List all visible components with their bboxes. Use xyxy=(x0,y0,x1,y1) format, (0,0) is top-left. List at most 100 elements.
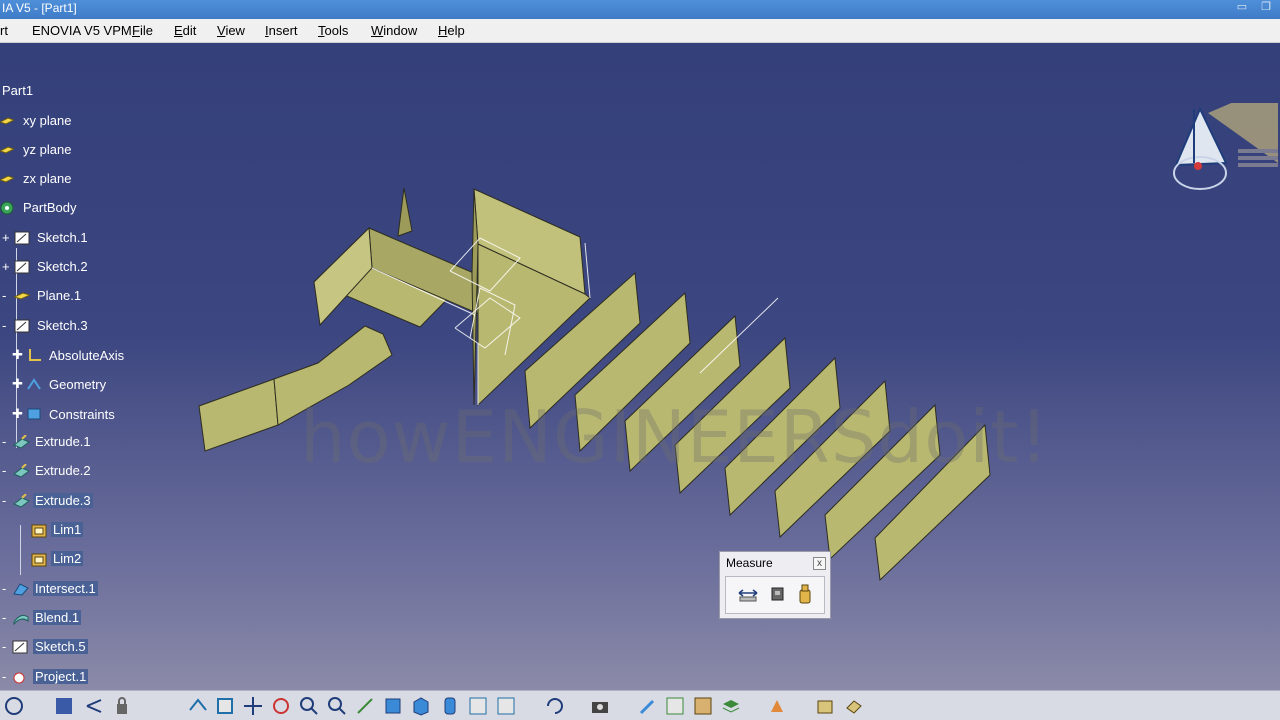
measure-toolbar-icon[interactable] xyxy=(496,696,516,716)
minimize-button[interactable]: ▭ xyxy=(1232,0,1252,16)
extrude-icon xyxy=(12,462,30,478)
measure-between-icon[interactable] xyxy=(737,585,759,606)
expand-icon[interactable]: - xyxy=(2,639,12,654)
zoom-in-icon[interactable] xyxy=(299,696,319,716)
menu-edit[interactable]: Edit xyxy=(174,23,196,38)
menu-view[interactable]: View xyxy=(217,23,245,38)
window-controls: ▭ ❐ xyxy=(1232,0,1276,16)
extrude-icon xyxy=(12,433,30,449)
expand-icon[interactable]: + xyxy=(2,259,14,274)
tree-item-partbody[interactable]: PartBody xyxy=(0,200,78,215)
window-title: IA V5 - [Part1] xyxy=(2,1,77,15)
views-icon[interactable] xyxy=(383,696,403,716)
expand-icon[interactable]: - xyxy=(2,463,12,478)
expand-icon[interactable]: - xyxy=(2,581,12,596)
knowledge-icon[interactable] xyxy=(767,696,787,716)
tree-item-plane1[interactable]: - Plane.1 xyxy=(2,288,83,303)
menu-start[interactable]: rt xyxy=(0,23,8,38)
tree-item-lim1[interactable]: Lim1 xyxy=(30,522,84,537)
blend-icon xyxy=(12,611,29,625)
expand-icon[interactable]: - xyxy=(2,669,12,684)
compass[interactable] xyxy=(1168,83,1278,196)
menu-insert[interactable]: Insert xyxy=(265,23,298,38)
normal-view-icon[interactable] xyxy=(355,696,375,716)
menu-tools[interactable]: Tools xyxy=(318,23,348,38)
catalog-icon[interactable] xyxy=(815,696,835,716)
tree-connector xyxy=(20,525,21,575)
menu-window[interactable]: Window xyxy=(371,23,417,38)
restore-button[interactable]: ❐ xyxy=(1256,0,1276,16)
analysis-icon[interactable] xyxy=(665,696,685,716)
measure-title: Measure xyxy=(726,556,773,570)
menu-file[interactable]: File xyxy=(132,23,153,38)
tree-item-zx-plane[interactable]: zx plane xyxy=(0,171,73,186)
tree-item-sketch5[interactable]: - Sketch.5 xyxy=(2,639,88,654)
update-icon[interactable] xyxy=(545,696,565,716)
tree-item-geometry[interactable]: ✚ Geometry xyxy=(12,376,108,392)
tree-label: Extrude.1 xyxy=(35,434,91,449)
tree-item-lim2[interactable]: Lim2 xyxy=(30,551,84,566)
tree-label: Sketch.3 xyxy=(37,318,88,333)
expand-icon[interactable]: - xyxy=(2,434,12,449)
fly-mode-icon[interactable] xyxy=(188,696,208,716)
expand-icon[interactable]: - xyxy=(2,493,12,508)
grid-icon[interactable] xyxy=(54,696,74,716)
sketcher-icon[interactable] xyxy=(4,696,24,716)
tree-item-sketch2[interactable]: + Sketch.2 xyxy=(2,259,90,274)
part-geometry[interactable] xyxy=(0,43,1280,690)
apply-material-icon[interactable] xyxy=(693,696,713,716)
menu-help[interactable]: Help xyxy=(438,23,465,38)
tree-root-part1[interactable]: Part1 xyxy=(0,83,35,98)
rotate-icon[interactable] xyxy=(271,696,291,716)
expand-icon[interactable]: - xyxy=(2,318,14,333)
plane-icon xyxy=(12,289,32,303)
tree-item-xy-plane[interactable]: xy plane xyxy=(0,113,73,128)
expand-icon[interactable]: - xyxy=(2,610,12,625)
tree-label: Blend.1 xyxy=(33,610,82,625)
expand-icon[interactable]: ✚ xyxy=(12,347,26,363)
lock-icon[interactable] xyxy=(112,696,132,716)
tree-item-blend1[interactable]: - Blend.1 xyxy=(2,610,82,625)
3d-viewport[interactable]: howENGINEERSdoit! Part1 xy plane yz plan… xyxy=(0,43,1280,720)
layers-icon[interactable] xyxy=(721,696,741,716)
tree-item-extrude3[interactable]: - Extrude.3 xyxy=(2,492,93,508)
expand-icon[interactable]: ✚ xyxy=(12,376,26,392)
hide-show-icon[interactable] xyxy=(440,696,460,716)
render-style-icon[interactable] xyxy=(411,696,431,716)
geometry-icon xyxy=(26,377,43,391)
gear-body-icon xyxy=(0,201,17,215)
tree-item-constraints[interactable]: ✚ Constraints xyxy=(12,406,117,422)
swap-visible-icon[interactable] xyxy=(468,696,488,716)
expand-icon[interactable]: ✚ xyxy=(12,406,26,422)
fit-all-icon[interactable] xyxy=(215,696,235,716)
tree-item-extrude1[interactable]: - Extrude.1 xyxy=(2,433,93,449)
sketch-icon xyxy=(14,260,31,274)
capture-icon[interactable] xyxy=(590,696,610,716)
expand-icon[interactable]: + xyxy=(2,230,14,245)
tree-item-sketch1[interactable]: + Sketch.1 xyxy=(2,230,90,245)
measure-item-icon[interactable] xyxy=(769,585,787,606)
expand-icon[interactable]: - xyxy=(2,288,14,303)
bottom-toolbar xyxy=(0,690,1280,720)
tree-item-extrude2[interactable]: - Extrude.2 xyxy=(2,462,93,478)
measure-toolbar[interactable]: Measure x xyxy=(719,551,831,619)
menu-enovia[interactable]: ENOVIA V5 VPM xyxy=(32,23,132,38)
measure-inertia-icon[interactable] xyxy=(797,584,813,607)
tree-item-sketch3[interactable]: - Sketch.3 xyxy=(2,318,90,333)
tree-label: zx plane xyxy=(23,171,72,186)
tree-icon[interactable] xyxy=(84,696,104,716)
tree-label: xy plane xyxy=(23,113,72,128)
tree-label: Constraints xyxy=(49,406,115,422)
pan-icon[interactable] xyxy=(243,696,263,716)
menu-bar: rt ENOVIA V5 VPM File Edit View Insert T… xyxy=(0,19,1280,43)
tree-item-absoluteaxis[interactable]: ✚ AbsoluteAxis xyxy=(12,347,126,363)
pencil-icon[interactable] xyxy=(638,696,658,716)
tree-item-yz-plane[interactable]: yz plane xyxy=(0,142,73,157)
tree-item-project1[interactable]: - Project.1 xyxy=(2,669,89,684)
tree-label: Extrude.3 xyxy=(33,493,93,508)
zoom-out-icon[interactable] xyxy=(327,696,347,716)
tree-item-intersect1[interactable]: - Intersect.1 xyxy=(2,581,98,596)
sketch-icon xyxy=(14,231,31,245)
close-button[interactable]: x xyxy=(813,557,826,570)
publication-icon[interactable] xyxy=(844,696,864,716)
